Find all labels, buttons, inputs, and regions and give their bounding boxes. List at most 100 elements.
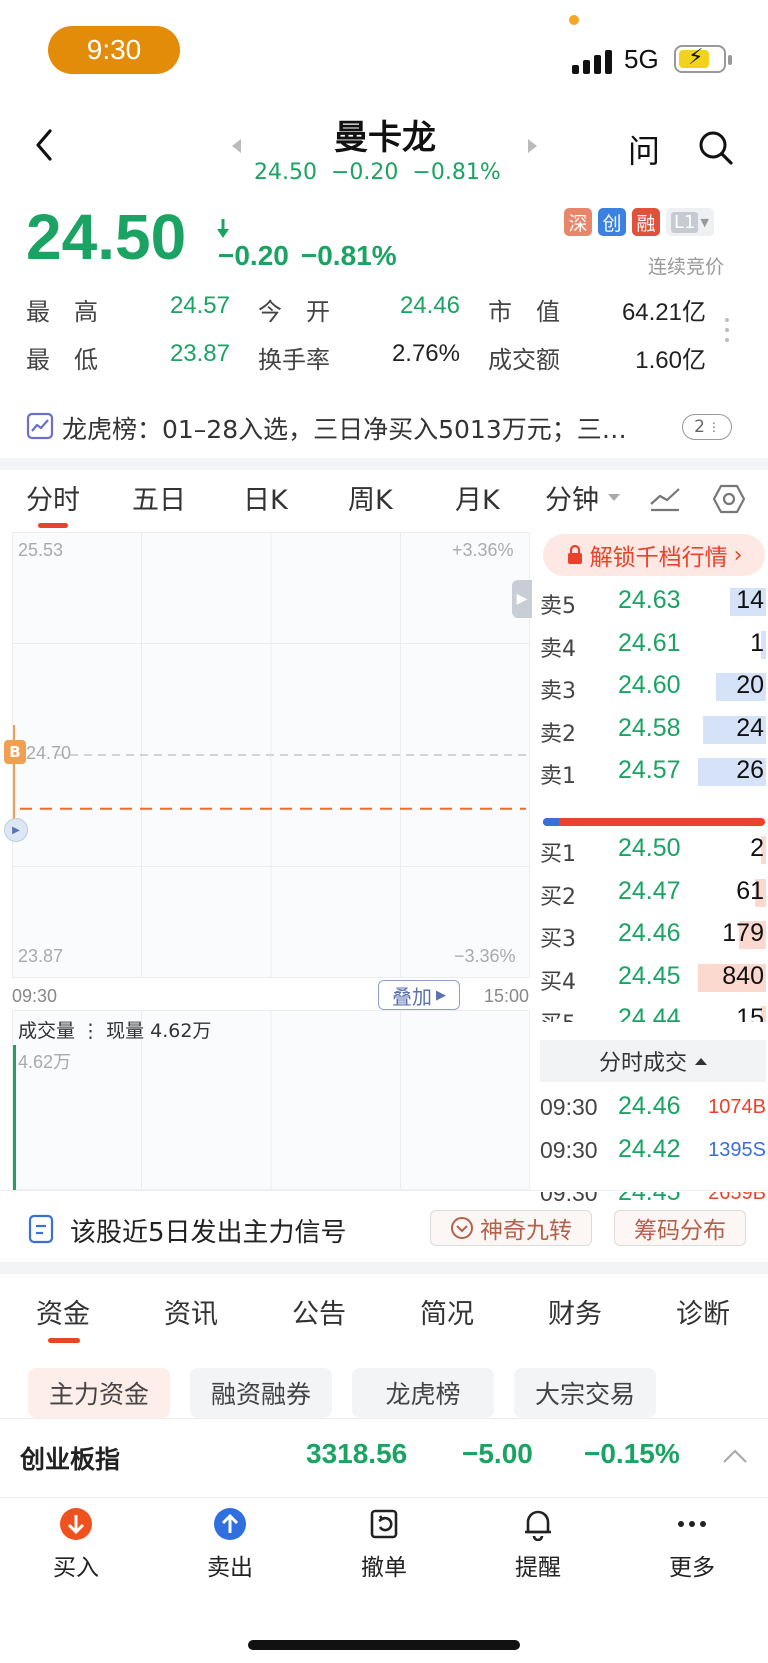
overlay-label: 叠加 — [392, 984, 432, 1009]
chevron-up-icon[interactable] — [722, 1448, 748, 1464]
header-sub-change: −0.20 — [330, 160, 399, 185]
ask-button[interactable]: 问 — [628, 126, 660, 172]
price-change: −0.20 −0.81% — [218, 240, 397, 272]
level-volume: 14 — [736, 586, 764, 614]
chevron-right-icon: ▶ — [436, 987, 446, 1003]
tab-weekly-k[interactable]: 周K — [348, 478, 393, 517]
order-book-fade — [540, 1022, 768, 1036]
stat-value: 24.57 — [169, 292, 230, 319]
tick-time: 09:30 — [540, 1094, 598, 1120]
back-arrow-icon[interactable] — [30, 125, 60, 165]
volume-bar — [13, 1045, 16, 1190]
tab-daily-k[interactable]: 日K — [243, 478, 288, 517]
tick-trades-header[interactable]: 分时成交 — [540, 1040, 766, 1082]
header-sub-pct: −0.81% — [412, 160, 501, 185]
stat-label: 最 高 — [26, 298, 98, 326]
more-vertical-icon[interactable] — [725, 318, 729, 342]
stat-label: 换手率 — [258, 346, 330, 374]
y-axis-high: 25.53 — [18, 540, 64, 560]
main-signal-text[interactable]: 该股近5日发出主力信号 — [70, 1212, 347, 1249]
status-time: 9:30 — [48, 26, 180, 74]
chip-distribution-button[interactable]: 筹码分布 — [614, 1210, 746, 1246]
play-marker-icon[interactable]: ▶ — [4, 818, 28, 842]
settings-icon[interactable] — [712, 482, 746, 516]
unlock-depth-button[interactable]: 解锁千档行情 › — [543, 534, 765, 576]
tab-news[interactable]: 资讯 — [164, 1292, 218, 1331]
level-price: 24.57 — [618, 756, 681, 784]
nav-buy[interactable]: 买入 — [26, 1502, 126, 1592]
tab-five-day[interactable]: 五日 — [132, 478, 186, 517]
level-label: 卖3 — [540, 679, 576, 704]
level-price: 24.47 — [618, 876, 681, 905]
buy-marker[interactable]: B — [4, 740, 26, 764]
tab-funds[interactable]: 资金 — [36, 1292, 90, 1331]
level-price: 24.58 — [618, 713, 681, 742]
ask-row[interactable]: 卖2 24.58 24 — [540, 712, 766, 748]
next-stock-arrow-icon[interactable] — [528, 139, 537, 153]
nav-more[interactable]: 更多 — [642, 1502, 742, 1592]
tab-minute[interactable]: 分钟 — [545, 478, 599, 517]
chip-main-funds[interactable]: 主力资金 — [28, 1368, 170, 1418]
indicator-line-icon[interactable] — [648, 484, 682, 514]
ask-row[interactable]: 卖5 24.63 14 — [540, 584, 766, 620]
stock-name: 曼卡龙 — [334, 118, 436, 158]
ask-row[interactable]: 卖3 24.60 20 — [540, 669, 766, 705]
overlay-button[interactable]: 叠加 ▶ — [378, 980, 460, 1010]
tab-announcements[interactable]: 公告 — [292, 1292, 346, 1331]
trade-status: 连续竞价 — [648, 256, 725, 278]
bid-row[interactable]: 买1 24.50 2 — [540, 832, 766, 868]
home-indicator[interactable] — [248, 1640, 520, 1650]
stat-value: 64.21亿 — [621, 299, 706, 326]
stock-badges: 深 创 融 L1 ▼ — [564, 208, 714, 236]
tab-profile[interactable]: 简况 — [420, 1292, 474, 1331]
divider — [0, 1190, 768, 1191]
tab-diagnosis[interactable]: 诊断 — [676, 1292, 730, 1331]
y-axis-low: 23.87 — [18, 946, 64, 966]
stat-label: 今 开 — [258, 298, 330, 326]
chip-dragon-tiger[interactable]: 龙虎榜 — [352, 1368, 494, 1418]
dragon-tiger-count[interactable]: 2 ⋮ — [682, 414, 732, 440]
level-label: 卖2 — [540, 721, 576, 747]
section-divider — [0, 1262, 768, 1274]
nav-cancel-order[interactable]: 撤单 — [334, 1502, 434, 1592]
level-label: 卖5 — [540, 594, 576, 619]
level-volume: 61 — [736, 876, 764, 905]
more-icon — [674, 1506, 710, 1542]
ask-row[interactable]: 卖1 24.57 26 — [540, 754, 766, 790]
chip-margin-trading[interactable]: 融资融券 — [190, 1368, 332, 1418]
bid-row[interactable]: 买3 24.46 179 — [540, 917, 766, 953]
tab-monthly-k[interactable]: 月K — [455, 478, 500, 517]
nav-alert[interactable]: 提醒 — [488, 1502, 588, 1592]
dragon-tiger-text[interactable]: 龙虎榜：01–28入选，三日净买入5013万元；三… — [62, 410, 652, 446]
stat-value: 23.87 — [169, 340, 230, 367]
prev-stock-arrow-icon[interactable] — [232, 139, 241, 153]
tab-intraday[interactable]: 分时 — [26, 478, 80, 517]
level-volume: 26 — [736, 756, 764, 784]
network-type: 5G — [624, 44, 659, 74]
nav-cancel-label: 撤单 — [361, 1555, 407, 1581]
index-pct: −0.15% — [584, 1438, 680, 1469]
nav-sell[interactable]: 卖出 — [180, 1502, 280, 1592]
bid-row[interactable]: 买2 24.47 61 — [540, 875, 766, 911]
level-price: 24.61 — [618, 628, 681, 657]
tick-row: 09:30 24.42 1395S — [540, 1133, 768, 1169]
ask-row[interactable]: 卖4 24.61 1 — [540, 627, 766, 663]
time-axis-start: 09:30 — [12, 986, 58, 1006]
bid-row[interactable]: 买4 24.45 840 — [540, 960, 766, 996]
nav-buy-label: 买入 — [53, 1555, 99, 1581]
chip-block-trade[interactable]: 大宗交易 — [514, 1368, 656, 1418]
stat-value: 24.46 — [399, 292, 460, 319]
magic-nine-button[interactable]: 神奇九转 — [430, 1210, 592, 1246]
magic-nine-label: 神奇九转 — [480, 1218, 572, 1244]
y-axis-reference: 24.70 — [26, 743, 72, 763]
check-circle-icon — [451, 1217, 473, 1239]
volume-title: 成交量 ⋮ 现量 4.62万 — [18, 1020, 212, 1042]
search-icon[interactable] — [696, 128, 736, 168]
tick-row: 09:30 24.46 1074B — [540, 1090, 768, 1126]
bid-ask-ratio-bar — [543, 818, 765, 826]
tab-financials[interactable]: 财务 — [548, 1292, 602, 1331]
badge-shenzhen: 深 — [564, 208, 592, 236]
buy-icon — [58, 1506, 94, 1542]
collapse-chevron-icon[interactable]: ▶ — [512, 580, 532, 618]
badge-l1-dropdown[interactable]: L1 ▼ — [666, 208, 714, 236]
